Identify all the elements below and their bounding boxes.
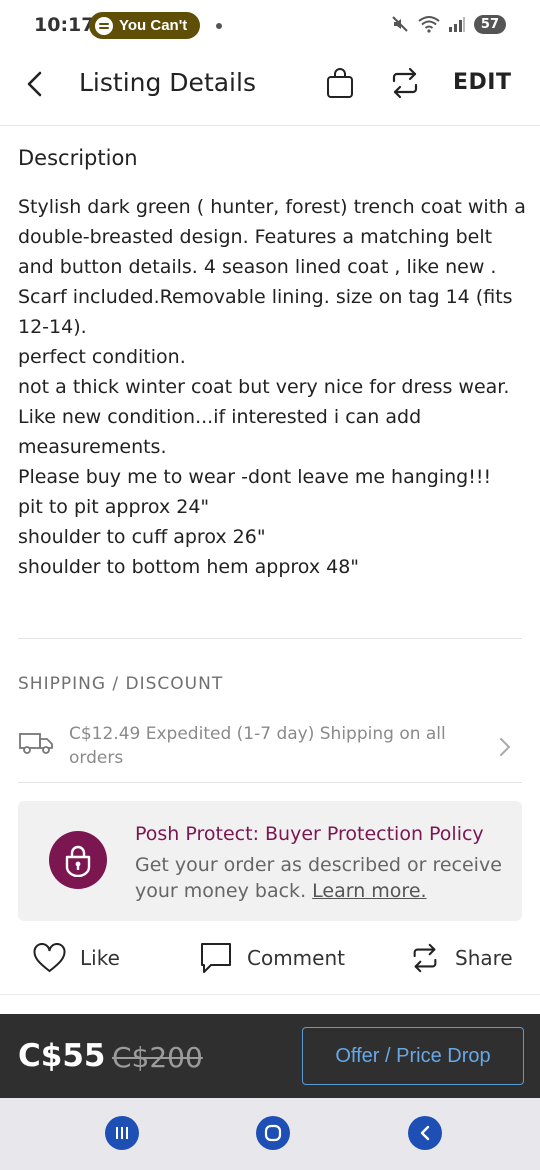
mute-icon bbox=[392, 16, 408, 32]
battery-indicator: 57 bbox=[473, 14, 506, 34]
notification-dot bbox=[216, 23, 222, 29]
home-icon bbox=[264, 1124, 282, 1142]
comment-label: Comment bbox=[247, 946, 345, 970]
page-title: Listing Details bbox=[79, 68, 256, 97]
comment-icon bbox=[201, 943, 231, 973]
chevron-right-icon bbox=[500, 738, 510, 756]
original-price: C$200 bbox=[112, 1041, 203, 1074]
price-bar: C$55 C$200 Offer / Price Drop bbox=[0, 1014, 540, 1098]
status-time: 10:17 bbox=[34, 14, 95, 36]
recents-icon bbox=[116, 1127, 128, 1139]
share-icon bbox=[413, 943, 437, 973]
status-icons: 57 bbox=[390, 14, 506, 34]
current-price: C$55 bbox=[18, 1038, 106, 1074]
edit-button[interactable]: EDIT bbox=[453, 70, 511, 95]
description-heading: Description bbox=[18, 146, 138, 170]
media-playing-pill[interactable]: You Can't bbox=[89, 12, 200, 39]
share-swap-icon[interactable] bbox=[388, 66, 422, 100]
shipping-row[interactable]: C$12.49 Expedited (1-7 day) Shipping on … bbox=[18, 720, 522, 780]
signal-icon bbox=[448, 17, 465, 32]
offer-price-drop-button[interactable]: Offer / Price Drop bbox=[302, 1027, 524, 1085]
home-button[interactable] bbox=[256, 1116, 290, 1150]
shipping-text: C$12.49 Expedited (1-7 day) Shipping on … bbox=[69, 724, 446, 768]
lock-badge-icon bbox=[49, 831, 107, 889]
posh-protect-card: Posh Protect: Buyer Protection Policy Ge… bbox=[18, 801, 522, 921]
status-bar: 10:17 You Can't 57 bbox=[0, 0, 540, 52]
app-header: Listing Details EDIT bbox=[0, 52, 540, 126]
social-actions: Like Comment Share bbox=[0, 935, 540, 985]
comment-button[interactable]: Comment bbox=[199, 935, 345, 981]
shopping-bag-icon[interactable] bbox=[325, 67, 355, 99]
learn-more-link[interactable]: Learn more. bbox=[312, 880, 426, 902]
system-nav-bar bbox=[0, 1098, 540, 1170]
posh-protect-text: Get your order as described or receive y… bbox=[135, 852, 510, 904]
share-label: Share bbox=[455, 946, 513, 970]
divider bbox=[18, 638, 522, 639]
lock-icon bbox=[65, 845, 91, 877]
like-label: Like bbox=[80, 946, 120, 970]
divider bbox=[0, 994, 540, 995]
like-button[interactable]: Like bbox=[33, 935, 120, 981]
system-back-button[interactable] bbox=[408, 1116, 442, 1150]
spotify-icon bbox=[95, 16, 113, 35]
back-chevron-icon bbox=[420, 1125, 430, 1141]
wifi-icon bbox=[418, 16, 440, 33]
posh-protect-title: Posh Protect: Buyer Protection Policy bbox=[135, 823, 484, 845]
description-text: Stylish dark green ( hunter, forest) tre… bbox=[18, 196, 526, 578]
divider bbox=[18, 782, 522, 783]
truck-icon bbox=[19, 733, 53, 754]
shipping-heading: SHIPPING / DISCOUNT bbox=[18, 674, 224, 694]
share-button[interactable]: Share bbox=[409, 935, 513, 981]
back-arrow-icon[interactable] bbox=[20, 68, 52, 100]
media-title: You Can't bbox=[119, 17, 188, 34]
recents-button[interactable] bbox=[105, 1116, 139, 1150]
heart-icon bbox=[33, 943, 66, 973]
